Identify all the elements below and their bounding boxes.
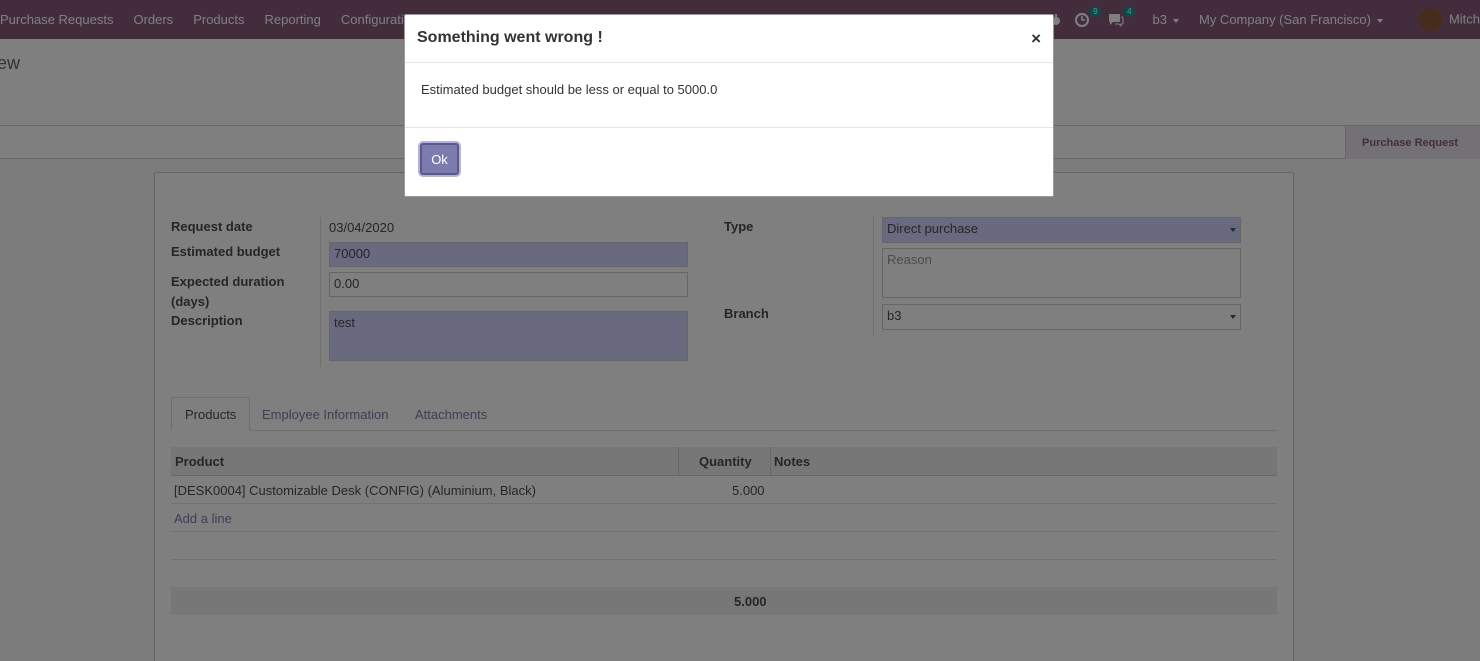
close-icon[interactable]: × [1031,29,1041,49]
ok-button[interactable]: Ok [420,143,459,175]
dialog-header: Something went wrong ! × [405,15,1053,63]
dialog-body: Estimated budget should be less or equal… [405,63,1053,128]
error-dialog: Something went wrong ! × Estimated budge… [404,14,1054,197]
dialog-title: Something went wrong ! [417,29,603,46]
dialog-message: Estimated budget should be less or equal… [421,82,718,97]
